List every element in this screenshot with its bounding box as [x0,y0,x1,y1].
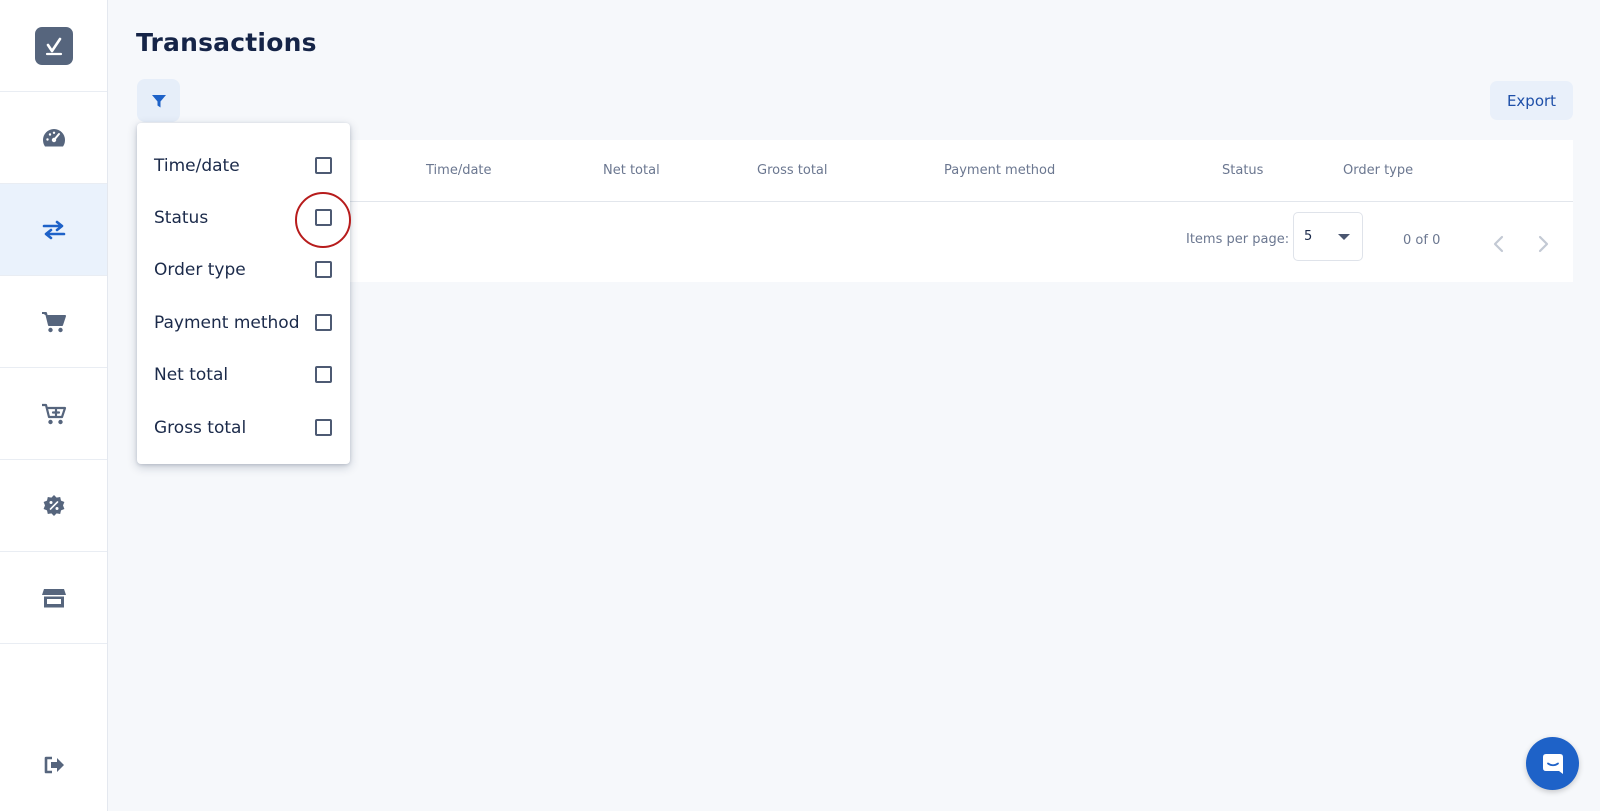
filter-option-label: Status [154,208,209,228]
export-button[interactable]: Export [1490,81,1573,120]
column-header-gross-total[interactable]: Gross total [757,163,828,178]
previous-page-button[interactable] [1487,232,1511,256]
chevron-down-icon [1338,234,1350,240]
filter-checkbox-net-total[interactable] [315,366,332,383]
items-per-page-label: Items per page: [1186,232,1290,247]
filter-option-label: Order type [154,260,246,280]
filter-option-label: Gross total [154,418,247,438]
paginator-range-label: 0 of 0 [1403,233,1441,248]
filter-option-payment-method[interactable]: Payment method [137,303,350,343]
logo-container [0,0,107,92]
filter-checkbox-order-type[interactable] [315,261,332,278]
filter-option-label: Time/date [154,156,240,176]
filter-checkbox-gross-total[interactable] [315,419,332,436]
sidebar-item-discounts[interactable] [0,460,107,552]
cart-icon [41,311,66,332]
next-page-button[interactable] [1531,232,1555,256]
column-header-order-type[interactable]: Order type [1343,163,1413,178]
filter-option-label: Net total [154,365,229,385]
store-icon [41,588,66,607]
items-per-page-select[interactable]: 5 [1293,212,1363,261]
column-header-time-date[interactable]: Time/date [426,163,492,178]
filter-option-status[interactable]: Status [137,198,350,238]
discount-badge-icon [43,494,64,516]
chevron-left-icon [1493,235,1504,253]
filter-option-gross-total[interactable]: Gross total [137,408,350,448]
app-logo-icon[interactable] [34,26,73,65]
sidebar-item-store[interactable] [0,552,107,644]
filter-checkbox-payment-method[interactable] [315,314,332,331]
filter-checkbox-time-date[interactable] [315,157,332,174]
filter-option-net-total[interactable]: Net total [137,355,350,395]
column-filter-button[interactable] [137,79,180,122]
column-header-payment-method[interactable]: Payment method [944,163,1055,178]
column-header-status[interactable]: Status [1222,163,1263,178]
column-header-net-total[interactable]: Net total [603,163,660,178]
sidebar-item-dashboard[interactable] [0,92,107,184]
filter-option-order-type[interactable]: Order type [137,250,350,290]
filter-checkbox-status[interactable] [315,209,332,226]
speedometer-icon [42,128,65,146]
page-title: Transactions [136,28,317,57]
filter-option-label: Payment method [154,313,300,333]
logout-button[interactable] [0,735,107,795]
table-header-row: Time/date Net total Gross total Payment … [137,140,1573,202]
sidebar-item-transactions[interactable] [0,184,107,276]
filter-option-time-date[interactable]: Time/date [137,146,350,186]
column-filter-dropdown: Time/date Status Order type Payment meth… [137,123,350,464]
items-per-page-value: 5 [1304,229,1313,244]
sidebar-item-new-order[interactable] [0,368,107,460]
cart-plus-icon [41,403,66,424]
filter-funnel-icon [151,94,166,107]
chat-icon [1542,753,1563,774]
sidebar [0,0,108,811]
sidebar-item-orders[interactable] [0,276,107,368]
chat-launcher-button[interactable] [1526,737,1579,790]
swap-arrows-icon [42,220,65,239]
logout-icon [44,756,64,774]
chevron-right-icon [1538,235,1549,253]
